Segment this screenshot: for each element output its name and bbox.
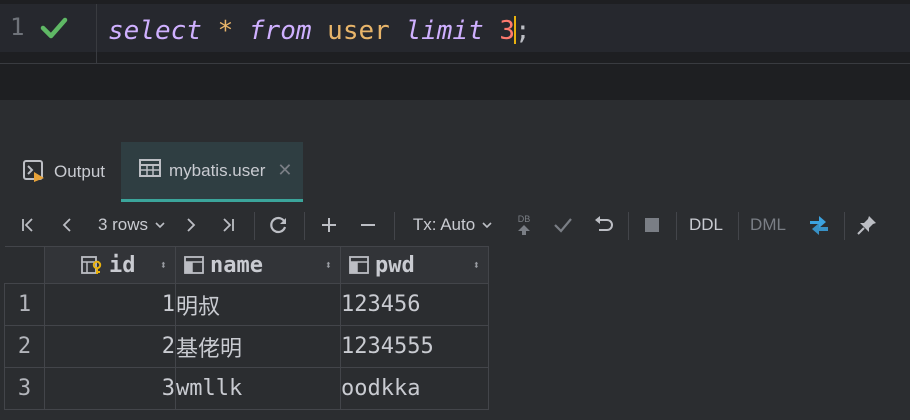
table-row[interactable]: 1 1 明叔 123456 bbox=[4, 283, 489, 326]
primary-key-column-icon bbox=[81, 255, 103, 275]
stop-icon bbox=[645, 218, 659, 232]
refresh-icon bbox=[270, 216, 287, 234]
results-table: id ⬍ name ⬍ pwd ⬍ 1 1 明叔 123456 2 2 基佬明 … bbox=[4, 246, 489, 410]
cell-id[interactable]: 2 bbox=[44, 325, 176, 368]
results-grid: id ⬍ name ⬍ pwd ⬍ 1 1 明叔 123456 2 2 基佬明 … bbox=[4, 246, 489, 410]
column-icon bbox=[349, 256, 369, 274]
chevron-down-icon bbox=[482, 222, 492, 229]
toolbar-separator bbox=[738, 212, 739, 240]
cell-name[interactable]: 明叔 bbox=[175, 283, 341, 326]
rows-count-dropdown[interactable]: 3 rows bbox=[94, 202, 170, 248]
pin-tab-button[interactable] bbox=[854, 202, 880, 248]
sort-icon[interactable]: ⬍ bbox=[473, 258, 480, 272]
toolbar-separator bbox=[844, 212, 845, 240]
corner-cell bbox=[4, 246, 45, 284]
table-row[interactable]: 2 2 基佬明 1234555 bbox=[4, 325, 489, 368]
editor-gutter: 1 bbox=[0, 4, 96, 52]
sort-icon[interactable]: ⬍ bbox=[325, 258, 332, 272]
column-icon bbox=[184, 256, 204, 274]
limit-number: 3 bbox=[499, 16, 516, 46]
table-name: user bbox=[327, 16, 390, 46]
sort-icon[interactable]: ⬍ bbox=[160, 258, 167, 272]
first-page-button[interactable] bbox=[16, 202, 40, 248]
pin-icon bbox=[857, 216, 876, 235]
cell-pwd[interactable]: 123456 bbox=[340, 283, 489, 326]
rollback-button[interactable] bbox=[590, 202, 616, 248]
cell-id[interactable]: 3 bbox=[44, 367, 176, 410]
results-tab-bar: Output mybatis.user ✕ bbox=[0, 142, 910, 202]
add-row-button[interactable] bbox=[316, 202, 342, 248]
ddl-button[interactable]: DDL bbox=[686, 202, 726, 248]
refresh-button[interactable] bbox=[266, 202, 292, 248]
gutter-divider bbox=[96, 4, 97, 64]
ddl-label: DDL bbox=[688, 215, 723, 234]
toolbar-separator bbox=[394, 212, 395, 240]
previous-page-button[interactable] bbox=[56, 202, 78, 248]
cell-name[interactable]: wmllk bbox=[175, 367, 341, 410]
commit-button[interactable] bbox=[550, 202, 576, 248]
undo-icon bbox=[595, 216, 613, 231]
column-header-id[interactable]: id ⬍ bbox=[44, 246, 176, 284]
row-number[interactable]: 2 bbox=[4, 325, 45, 368]
tab-output[interactable]: Output bbox=[22, 142, 105, 202]
console-icon bbox=[22, 158, 46, 187]
minus-icon bbox=[361, 224, 375, 226]
row-number[interactable]: 3 bbox=[4, 367, 45, 410]
tab-mybatis-user[interactable]: mybatis.user ✕ bbox=[121, 142, 303, 202]
table-icon bbox=[139, 159, 161, 182]
cell-pwd[interactable]: 1234555 bbox=[340, 325, 489, 368]
chevron-down-icon bbox=[155, 222, 165, 229]
row-number[interactable]: 1 bbox=[4, 283, 45, 326]
toolbar-separator bbox=[254, 212, 255, 240]
last-page-button[interactable] bbox=[216, 202, 240, 248]
toolbar-separator bbox=[304, 212, 305, 240]
editor-divider bbox=[0, 63, 910, 64]
editor-current-line[interactable]: 1 select * from user limit 3; bbox=[0, 4, 910, 52]
sql-editor[interactable]: 1 select * from user limit 3; bbox=[0, 0, 910, 100]
keyword-limit: limit bbox=[405, 16, 484, 46]
column-header-pwd-label: pwd bbox=[375, 252, 415, 278]
column-header-name-label: name bbox=[210, 252, 263, 278]
operator-star: * bbox=[217, 16, 234, 46]
cell-name[interactable]: 基佬明 bbox=[175, 325, 341, 368]
compare-arrows-icon bbox=[810, 216, 828, 235]
compare-button[interactable] bbox=[804, 202, 834, 248]
line-number: 1 bbox=[10, 13, 25, 41]
cell-pwd[interactable]: oodkka bbox=[340, 367, 489, 410]
transaction-mode-dropdown[interactable]: Tx: Auto bbox=[408, 202, 498, 248]
keyword-from: from bbox=[248, 16, 312, 46]
next-icon bbox=[187, 218, 196, 232]
first-page-icon bbox=[22, 218, 33, 232]
toolbar-separator bbox=[676, 212, 677, 240]
tab-mybatis-user-label: mybatis.user bbox=[169, 160, 266, 180]
last-page-icon bbox=[223, 218, 234, 232]
keyword-select: select bbox=[108, 16, 202, 46]
table-header-row: id ⬍ name ⬍ pwd ⬍ bbox=[4, 246, 489, 284]
column-header-pwd[interactable]: pwd ⬍ bbox=[340, 246, 489, 284]
transaction-mode-label: Tx: Auto bbox=[412, 215, 476, 234]
tab-output-label: Output bbox=[54, 162, 106, 181]
db-label: DB bbox=[517, 213, 531, 224]
sql-statement[interactable]: select * from user limit 3; bbox=[108, 16, 531, 46]
column-header-name[interactable]: name ⬍ bbox=[175, 246, 341, 284]
stop-button[interactable] bbox=[640, 202, 664, 248]
toolbar-separator bbox=[628, 212, 629, 240]
delete-row-button[interactable] bbox=[356, 202, 380, 248]
dml-button[interactable]: DML bbox=[746, 202, 790, 248]
next-page-button[interactable] bbox=[180, 202, 202, 248]
results-toolbar: 3 rows Tx: Auto DB DDL DML bbox=[0, 202, 910, 248]
rows-count-label: 3 rows bbox=[97, 215, 149, 234]
arrow-up-icon bbox=[518, 224, 530, 235]
success-check-icon bbox=[40, 16, 68, 44]
submit-db-button[interactable]: DB bbox=[512, 202, 536, 248]
semicolon: ; bbox=[515, 16, 531, 46]
dml-label: DML bbox=[750, 215, 786, 234]
table-row[interactable]: 3 3 wmllk oodkka bbox=[4, 367, 489, 410]
previous-icon bbox=[62, 218, 71, 232]
column-header-id-label: id bbox=[109, 252, 136, 278]
checkmark-icon bbox=[554, 218, 572, 233]
plus-icon bbox=[322, 218, 336, 232]
cell-id[interactable]: 1 bbox=[44, 283, 176, 326]
close-tab-icon[interactable]: ✕ bbox=[277, 160, 292, 181]
